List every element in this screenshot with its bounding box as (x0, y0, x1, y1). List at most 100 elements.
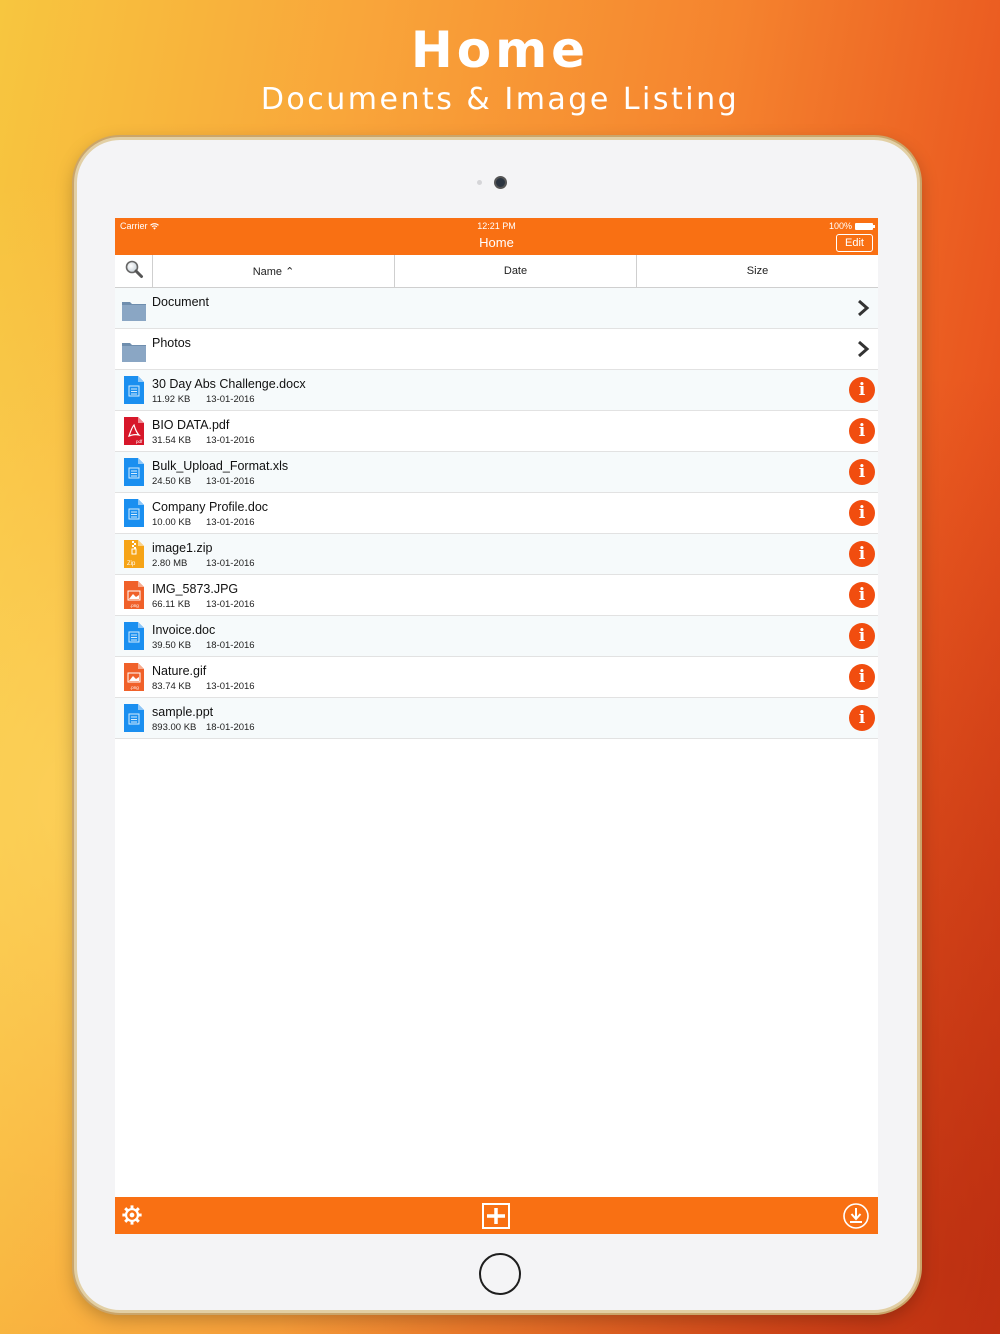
file-meta: 24.50 KB 13-01-2016 (152, 476, 255, 487)
file-name: Bulk_Upload_Format.xls (152, 459, 289, 473)
file-meta: 39.50 KB 18-01-2016 (152, 640, 255, 651)
file-date: 13-01-2016 (206, 681, 255, 692)
file-name: IMG_5873.JPG (152, 582, 239, 596)
file-size: 10.00 KB (152, 517, 192, 528)
file-date: 13-01-2016 (206, 476, 255, 487)
gear-icon[interactable] (121, 1204, 143, 1231)
file-row[interactable]: sample.ppt 893.00 KB 18-01-2016 i (115, 698, 878, 739)
file-meta: 83.74 KB 13-01-2016 (152, 681, 255, 692)
file-name: Company Profile.doc (152, 500, 269, 514)
file-size: 893.00 KB (152, 722, 197, 733)
file-meta: 11.92 KB 13-01-2016 (152, 394, 255, 405)
image-file-icon: .png (121, 662, 147, 692)
file-meta: 2.80 MB 13-01-2016 (152, 558, 255, 569)
battery-indicator: 100% (828, 221, 875, 231)
info-icon[interactable]: i (849, 377, 875, 403)
doc-file-icon (121, 375, 147, 405)
file-meta: 10.00 KB 13-01-2016 (152, 517, 255, 528)
doc-file-icon (121, 621, 147, 651)
battery-percent: 100% (828, 221, 852, 231)
image-icon-label: .png (130, 685, 139, 690)
download-icon[interactable] (843, 1203, 869, 1234)
front-sensor (477, 180, 482, 185)
info-icon[interactable]: i (849, 500, 875, 526)
info-icon[interactable]: i (849, 541, 875, 567)
info-icon[interactable]: i (849, 623, 875, 649)
folder-row-photos[interactable]: Photos (115, 329, 878, 370)
file-name: Invoice.doc (152, 623, 216, 637)
image-file-icon: .png (121, 580, 147, 610)
file-date: 13-01-2016 (206, 558, 255, 569)
file-name: BIO DATA.pdf (152, 418, 230, 432)
file-name: 30 Day Abs Challenge.docx (152, 377, 306, 391)
file-meta: 66.11 KB 13-01-2016 (152, 599, 255, 610)
file-size: 31.54 KB (152, 435, 192, 446)
file-date: 13-01-2016 (206, 599, 255, 610)
info-icon[interactable]: i (849, 418, 875, 444)
file-row[interactable]: .png IMG_5873.JPG 66.11 KB 13-01-2016 i (115, 575, 878, 616)
info-icon[interactable]: i (849, 705, 875, 731)
file-date: 13-01-2016 (206, 394, 255, 405)
file-date: 18-01-2016 (206, 640, 255, 651)
file-size: 24.50 KB (152, 476, 192, 487)
file-size: 83.74 KB (152, 681, 192, 692)
file-size: 11.92 KB (152, 394, 191, 405)
file-date: 13-01-2016 (206, 435, 255, 446)
pdf-file-icon: pdf (121, 416, 147, 446)
file-row[interactable]: Zip image1.zip 2.80 MB 13-01-2016 i (115, 534, 878, 575)
search-icon (124, 259, 144, 284)
folder-icon (121, 334, 147, 364)
promo-headline: Home Documents & Image Listing (0, 20, 1000, 120)
file-name: Nature.gif (152, 664, 207, 678)
info-icon[interactable]: i (849, 582, 875, 608)
info-icon[interactable]: i (849, 664, 875, 690)
file-date: 18-01-2016 (206, 722, 255, 733)
pdf-icon-label: pdf (136, 439, 143, 444)
file-size: 66.11 KB (152, 599, 191, 610)
bottom-toolbar (115, 1197, 878, 1234)
file-row[interactable]: .png Nature.gif 83.74 KB 13-01-2016 i (115, 657, 878, 698)
info-icon[interactable]: i (849, 459, 875, 485)
battery-icon (855, 222, 875, 230)
zip-icon-label: Zip (127, 561, 136, 567)
edit-button[interactable]: Edit (836, 234, 873, 252)
promo-subtitle: Documents & Image Listing (260, 82, 740, 117)
file-size: 39.50 KB (152, 640, 192, 651)
plus-square-icon[interactable] (482, 1203, 510, 1234)
folder-name: Photos (152, 336, 191, 350)
file-row[interactable]: Bulk_Upload_Format.xls 24.50 KB 13-01-201… (115, 452, 878, 493)
file-date: 13-01-2016 (206, 517, 255, 528)
file-size: 2.80 MB (152, 558, 188, 569)
doc-file-icon (121, 457, 147, 487)
file-list: Document Photos 30 Day Abs Challenge.doc… (115, 288, 878, 739)
file-row[interactable]: pdf BIO DATA.pdf 31.54 KB 13-01-2016 i (115, 411, 878, 452)
image-icon-label: .png (130, 603, 139, 608)
file-meta: 893.00 KB 18-01-2016 (152, 722, 255, 733)
chevron-right-icon (856, 298, 870, 318)
zip-file-icon: Zip (121, 539, 147, 569)
status-bar: Carrier 12:21 PM 100% (120, 221, 875, 233)
sort-by-size[interactable]: Size (637, 255, 878, 287)
sort-by-name[interactable]: Name ⌃ (153, 255, 395, 287)
file-name: image1.zip (152, 541, 213, 555)
folder-row-document[interactable]: Document (115, 288, 878, 329)
file-row[interactable]: Company Profile.doc 10.00 KB 13-01-2016 i (115, 493, 878, 534)
doc-file-icon (121, 703, 147, 733)
home-button[interactable] (479, 1253, 521, 1295)
file-row[interactable]: Invoice.doc 39.50 KB 18-01-2016 i (115, 616, 878, 657)
chevron-right-icon (856, 339, 870, 359)
file-meta: 31.54 KB 13-01-2016 (152, 435, 255, 446)
sort-by-date[interactable]: Date (395, 255, 637, 287)
front-camera (494, 176, 507, 189)
navigation-bar: Carrier 12:21 PM 100% Home Edit (115, 218, 878, 255)
promo-title: Home (410, 21, 590, 79)
page-title: Home (479, 235, 514, 250)
search-button[interactable] (115, 255, 153, 287)
folder-icon (121, 293, 147, 323)
sort-header: Name ⌃ Date Size (115, 255, 878, 288)
clock: 12:21 PM (477, 221, 516, 231)
doc-file-icon (121, 498, 147, 528)
file-row[interactable]: 30 Day Abs Challenge.docx 11.92 KB 13-01-… (115, 370, 878, 411)
app-screen: Carrier 12:21 PM 100% Home Edit Name ⌃ D… (115, 218, 878, 1234)
file-name: sample.ppt (152, 705, 214, 719)
